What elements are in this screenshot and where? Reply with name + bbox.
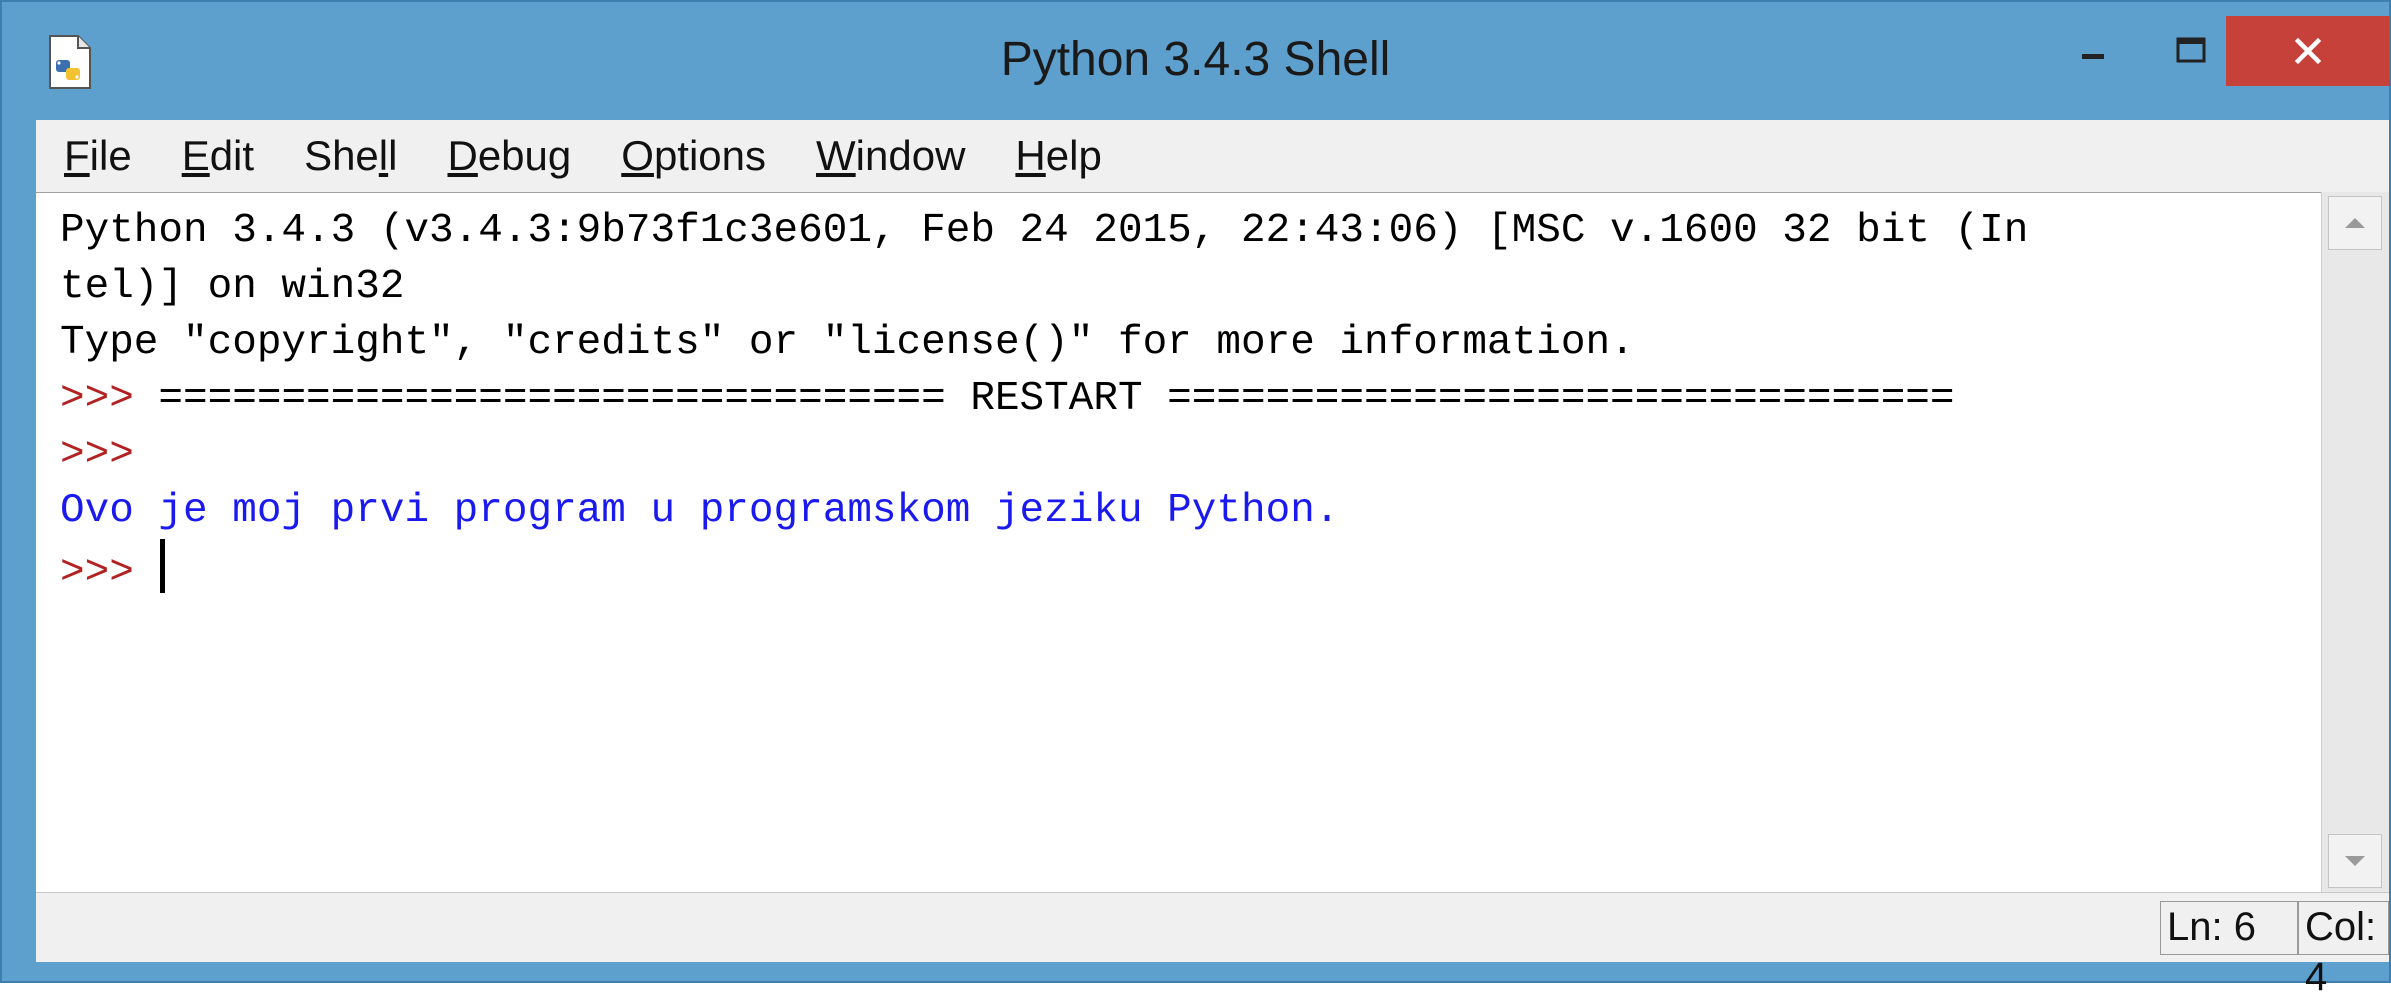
shell-line: >>> ================================ RES…	[60, 371, 2321, 427]
minimize-button[interactable]	[2036, 16, 2152, 86]
shell-text: Type "copyright", "credits" or "license(…	[60, 320, 1635, 366]
minimize-icon	[2082, 54, 2104, 59]
shell-prompt: >>>	[60, 550, 159, 596]
shell-text: ================================ RESTART…	[158, 376, 1955, 422]
column-number-indicator: Col: 4	[2298, 901, 2389, 999]
shell-line: Python 3.4.3 (v3.4.3:9b73f1c3e601, Feb 2…	[60, 203, 2321, 259]
shell-line: >>>	[60, 539, 2321, 596]
maximize-icon	[2176, 37, 2206, 63]
menu-edit[interactable]: Edit	[182, 132, 254, 180]
status-bar: Ln: 6 Col: 4	[36, 892, 2389, 999]
arrow-up-icon	[2345, 218, 2365, 228]
scroll-down-button[interactable]	[2328, 834, 2382, 888]
title-bar[interactable]: Python 3.4.3 Shell	[2, 2, 2390, 114]
shell-output-area[interactable]: Python 3.4.3 (v3.4.3:9b73f1c3e601, Feb 2…	[36, 192, 2321, 892]
arrow-down-icon	[2345, 856, 2365, 866]
close-button[interactable]	[2226, 16, 2390, 86]
menu-window[interactable]: Window	[816, 132, 965, 180]
maximize-button[interactable]	[2152, 16, 2232, 86]
shell-prompt: >>>	[60, 432, 159, 478]
menu-help[interactable]: Help	[1015, 132, 1101, 180]
shell-line: >>>	[60, 427, 2321, 483]
idle-shell-window: Python 3.4.3 Shell File Edit Shell Debug Opt…	[0, 0, 2391, 999]
menu-shell[interactable]: Shell	[304, 132, 397, 180]
shell-line: tel)] on win32	[60, 259, 2321, 315]
vertical-scrollbar[interactable]	[2321, 192, 2389, 892]
window-title: Python 3.4.3 Shell	[1000, 33, 1391, 86]
shell-prompt: >>>	[60, 376, 159, 422]
scroll-up-button[interactable]	[2328, 196, 2382, 250]
menu-bar: File Edit Shell Debug Options Window Help	[36, 120, 2389, 192]
shell-text: tel)] on win32	[60, 264, 405, 310]
menu-debug[interactable]: Debug	[447, 132, 571, 180]
shell-text: Python 3.4.3 (v3.4.3:9b73f1c3e601, Feb 2…	[60, 208, 2029, 254]
line-number-indicator: Ln: 6	[2160, 901, 2298, 955]
shell-line: Type "copyright", "credits" or "license(…	[60, 315, 2321, 371]
text-cursor	[160, 539, 166, 593]
close-icon	[2294, 37, 2322, 65]
menu-file[interactable]: File	[64, 132, 132, 180]
program-output-text: Ovo je moj prvi program u programskom je…	[60, 488, 1340, 534]
menu-options[interactable]: Options	[621, 132, 766, 180]
shell-line: Ovo je moj prvi program u programskom je…	[60, 483, 2321, 539]
